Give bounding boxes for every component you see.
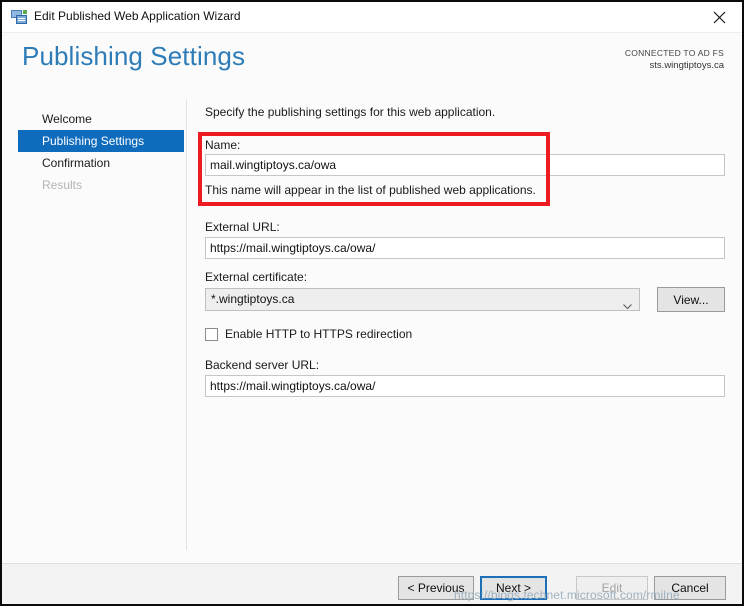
- sidebar-item-welcome[interactable]: Welcome: [18, 108, 184, 130]
- backend-url-input[interactable]: [205, 375, 725, 397]
- sidebar-item-publishing-settings[interactable]: Publishing Settings: [18, 130, 184, 152]
- main-content: Specify the publishing settings for this…: [187, 98, 742, 550]
- sidebar-item-results: Results: [42, 178, 83, 192]
- footer-bar: < Previous Next > Edit Cancel: [2, 564, 742, 604]
- name-helper-text: This name will appear in the list of pub…: [205, 183, 536, 197]
- external-certificate-value: *.wingtiptoys.ca: [211, 292, 295, 306]
- page-header: Publishing Settings CONNECTED TO AD FS s…: [2, 33, 742, 95]
- name-input[interactable]: [205, 154, 725, 176]
- close-button[interactable]: [696, 2, 742, 32]
- previous-button[interactable]: < Previous: [398, 576, 474, 600]
- name-label: Name:: [205, 138, 241, 152]
- next-button[interactable]: Next >: [480, 576, 547, 600]
- connected-label: CONNECTED TO AD FS: [624, 48, 724, 58]
- external-certificate-select[interactable]: *.wingtiptoys.ca: [205, 288, 640, 311]
- chevron-down-icon: [623, 297, 632, 310]
- view-certificate-button[interactable]: View...: [657, 287, 725, 312]
- wizard-icon: [11, 9, 28, 25]
- connected-host: sts.wingtiptoys.ca: [649, 60, 724, 71]
- title-bar: Edit Published Web Application Wizard: [2, 2, 742, 33]
- intro-text: Specify the publishing settings for this…: [205, 105, 496, 119]
- http-https-redirection-checkbox[interactable]: Enable HTTP to HTTPS redirection: [205, 327, 412, 341]
- wizard-window: Edit Published Web Application Wizard Pu…: [0, 0, 744, 606]
- edit-button: Edit: [576, 576, 648, 600]
- external-url-input[interactable]: [205, 237, 725, 259]
- checkbox-box-icon: [205, 327, 218, 341]
- cancel-button[interactable]: Cancel: [654, 576, 726, 600]
- close-icon: [713, 11, 725, 23]
- backend-url-label: Backend server URL:: [205, 358, 320, 372]
- external-url-label: External URL:: [205, 220, 280, 234]
- window-title: Edit Published Web Application Wizard: [34, 9, 241, 23]
- wizard-steps-sidebar: Welcome Publishing Settings Confirmation…: [2, 98, 186, 550]
- sidebar-item-confirmation[interactable]: Confirmation: [18, 152, 184, 174]
- page-title: Publishing Settings: [22, 41, 246, 71]
- connection-info: CONNECTED TO AD FS sts.wingtiptoys.ca: [625, 47, 724, 72]
- external-certificate-label: External certificate:: [205, 270, 308, 284]
- http-https-redirection-label: Enable HTTP to HTTPS redirection: [225, 327, 413, 341]
